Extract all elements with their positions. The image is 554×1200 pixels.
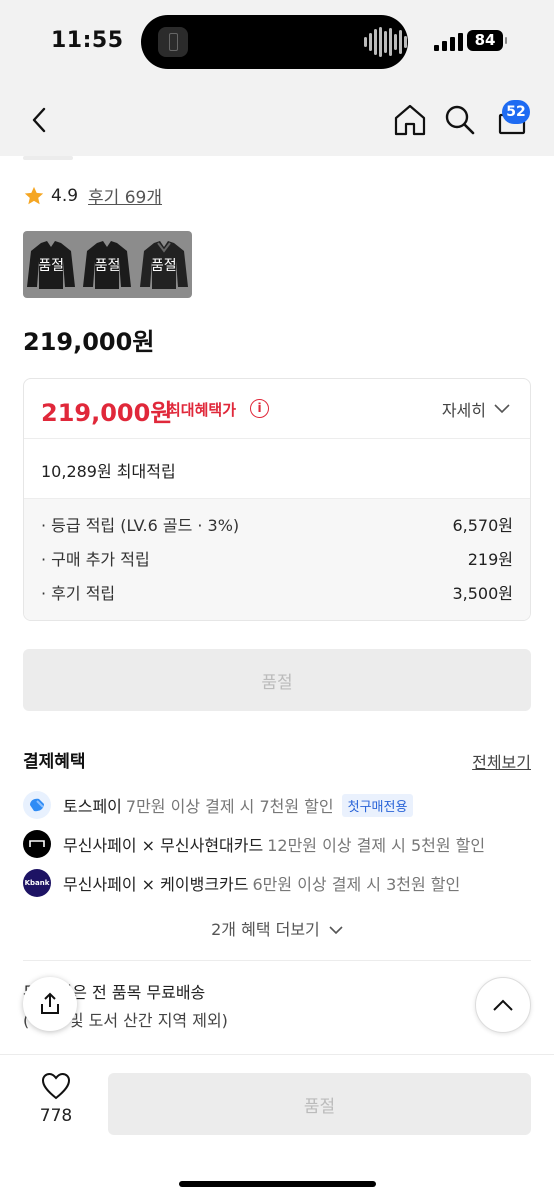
dynamic-island xyxy=(141,15,408,69)
max-benefit-header[interactable]: 219,000원 최대혜택가 i 자세히 xyxy=(24,379,530,439)
like-count: 778 xyxy=(39,1106,73,1126)
island-app-icon xyxy=(158,27,188,57)
more-benefits-label: 2개 혜택 더보기 xyxy=(211,920,320,939)
kbank-icon: Kbank xyxy=(23,869,51,897)
detail-label: 자세히 xyxy=(441,401,486,420)
divider xyxy=(23,960,531,961)
points-row-label: · 등급 적립 (LV.6 골드 · 3%) xyxy=(41,516,240,535)
audio-waveform-icon xyxy=(364,26,407,58)
view-all-link[interactable]: 전체보기 xyxy=(472,749,531,773)
reviews-link[interactable]: 후기 69개 xyxy=(88,183,162,208)
points-row-amount: 3,500원 xyxy=(452,584,513,603)
payment-name: 무신사페이 × 무신사현대카드 xyxy=(63,836,264,855)
option-thumbnails: 품절 품절 품절 xyxy=(23,231,192,298)
payment-benefit-item: 무신사페이 × 무신사현대카드 12만원 이상 결제 시 5천원 할인 xyxy=(23,830,485,858)
option-thumbnail[interactable]: 품절 xyxy=(25,237,77,293)
chevron-left-icon xyxy=(32,107,46,133)
points-total-row: 10,289원 최대적립 xyxy=(24,439,530,499)
detail-toggle[interactable]: 자세히 xyxy=(442,397,510,421)
rating-row: 4.9 후기 69개 xyxy=(23,183,162,208)
soldout-label: 품절 xyxy=(94,257,121,274)
chevron-down-icon xyxy=(329,926,343,935)
first-purchase-tag: 첫구매전용 xyxy=(341,793,414,817)
product-price: 219,000원 xyxy=(23,328,155,356)
buy-button[interactable]: 품절 xyxy=(108,1073,531,1135)
max-benefit-label: 최대혜택가 xyxy=(167,401,237,419)
payment-desc: 7만원 이상 결제 시 7천원 할인 xyxy=(125,797,334,816)
rating-score: 4.9 xyxy=(51,185,79,206)
nav-bar xyxy=(0,84,554,156)
points-row: · 등급 적립 (LV.6 골드 · 3%) 6,570원 xyxy=(41,515,513,549)
points-row-label: · 후기 적립 xyxy=(41,584,116,603)
search-icon xyxy=(445,105,475,135)
battery-indicator: 84 xyxy=(467,30,507,51)
image-indicator xyxy=(23,156,73,160)
status-time: 11:55 xyxy=(51,28,124,53)
more-benefits-button[interactable]: 2개 혜택 더보기 xyxy=(0,916,554,940)
points-total: 10,289원 최대적립 xyxy=(41,462,176,481)
soldout-label: 품절 xyxy=(38,257,65,274)
max-benefit-price: 219,000원 xyxy=(41,399,173,427)
signal-icon xyxy=(434,33,463,51)
option-thumbnail[interactable]: 품절 xyxy=(81,237,133,293)
payment-benefits-title: 결제혜택 xyxy=(23,752,86,772)
info-icon[interactable]: i xyxy=(250,399,269,418)
payment-desc: 6만원 이상 결제 시 3천원 할인 xyxy=(252,875,461,894)
status-bar: 11:55 84 xyxy=(0,0,554,84)
chevron-down-icon xyxy=(494,404,510,414)
payment-name: 토스페이 xyxy=(63,797,122,816)
musinsa-card-icon xyxy=(23,830,51,858)
cart-count-badge: 52 xyxy=(502,100,530,124)
heart-icon xyxy=(41,1072,71,1100)
star-icon xyxy=(24,186,44,204)
home-indicator xyxy=(179,1181,376,1187)
search-button[interactable] xyxy=(440,100,480,140)
share-button[interactable] xyxy=(23,977,77,1031)
share-icon xyxy=(41,992,59,1014)
points-row-label: · 구매 추가 적립 xyxy=(41,550,150,569)
soldout-button[interactable]: 품절 xyxy=(23,649,531,711)
soldout-label: 품절 xyxy=(150,257,177,274)
back-button[interactable] xyxy=(20,100,60,140)
payment-benefit-item: 토스페이 7만원 이상 결제 시 7천원 할인 첫구매전용 xyxy=(23,791,414,819)
max-benefit-box: 219,000원 최대혜택가 i 자세히 10,289원 최대적립 · 등급 적… xyxy=(23,378,531,621)
points-row-amount: 6,570원 xyxy=(452,516,513,535)
like-button[interactable]: 778 xyxy=(23,1072,89,1126)
chevron-up-icon xyxy=(493,999,513,1011)
points-row: · 후기 적립 3,500원 xyxy=(41,583,513,617)
payment-desc: 12만원 이상 결제 시 5천원 할인 xyxy=(267,836,486,855)
option-thumbnail[interactable]: 품절 xyxy=(138,237,190,293)
home-button[interactable] xyxy=(390,100,430,140)
scroll-top-button[interactable] xyxy=(475,977,531,1033)
points-row: · 구매 추가 적립 219원 xyxy=(41,549,513,583)
home-icon xyxy=(394,104,426,136)
payment-name: 무신사페이 × 케이뱅크카드 xyxy=(63,875,249,894)
points-breakdown: · 등급 적립 (LV.6 골드 · 3%) 6,570원 · 구매 추가 적립… xyxy=(24,499,530,620)
toss-icon xyxy=(23,791,51,819)
points-row-amount: 219원 xyxy=(467,550,513,569)
payment-benefit-item: Kbank 무신사페이 × 케이뱅크카드 6만원 이상 결제 시 3천원 할인 xyxy=(23,869,460,897)
